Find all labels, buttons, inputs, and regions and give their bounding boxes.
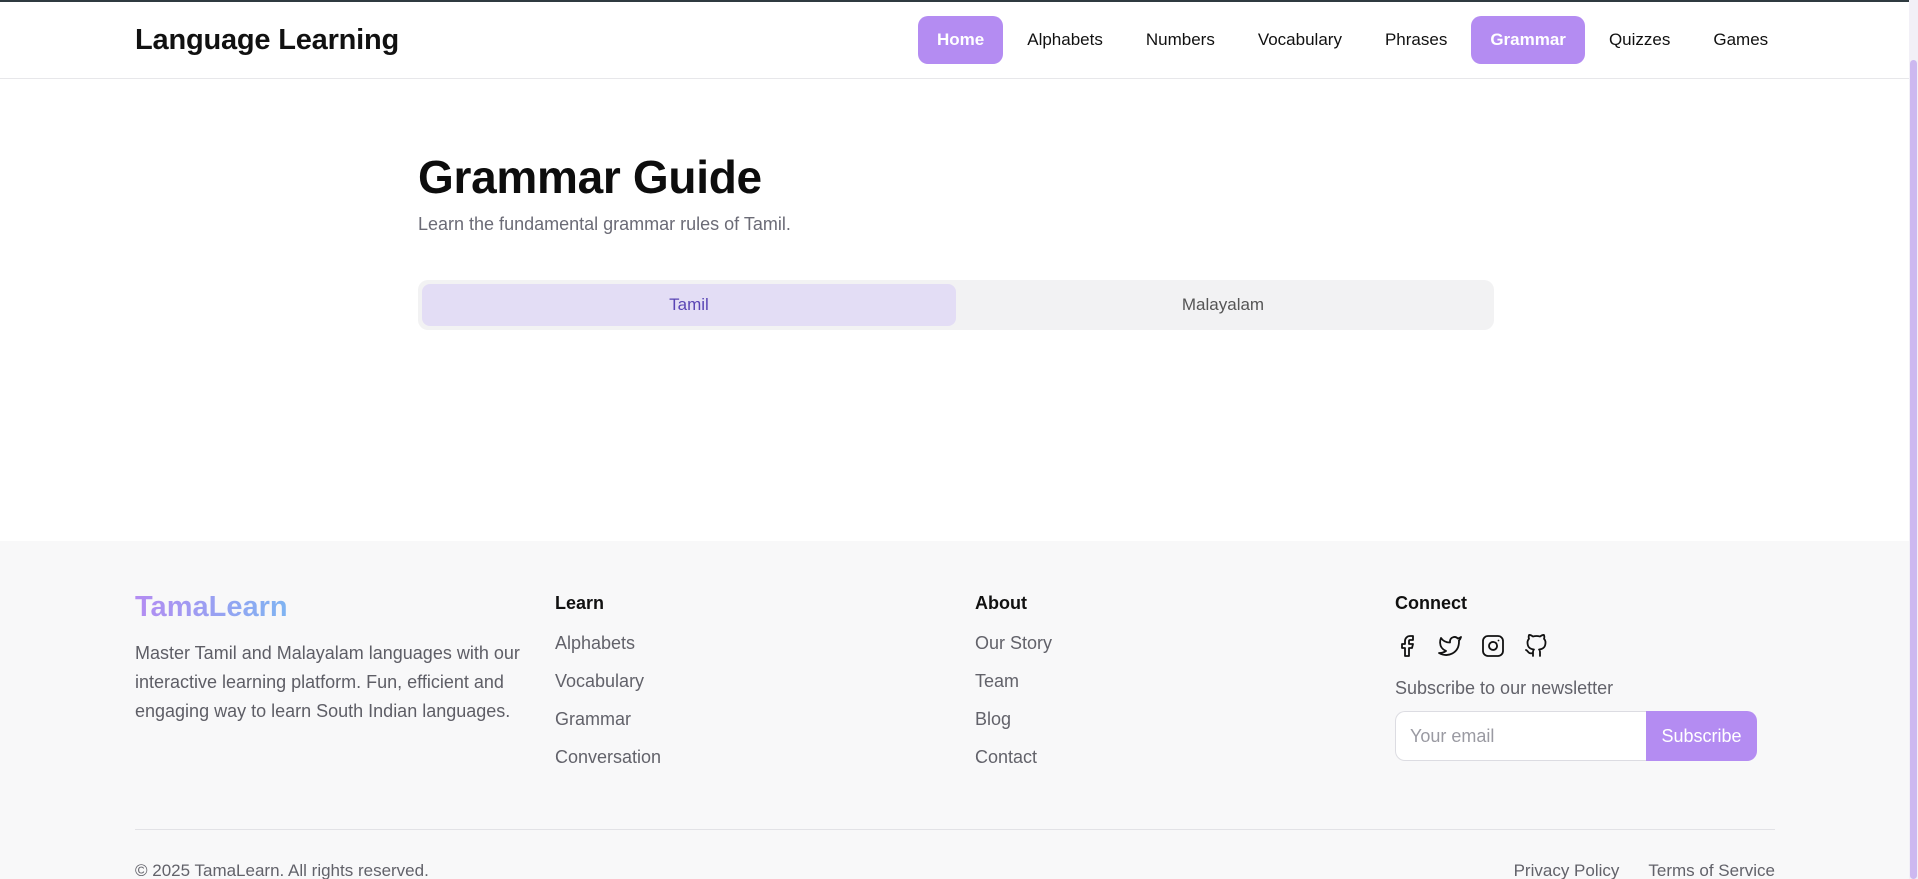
footer-link-conversation[interactable]: Conversation bbox=[555, 746, 661, 784]
footer-link-grammar[interactable]: Grammar bbox=[555, 708, 661, 746]
privacy-policy-link[interactable]: Privacy Policy bbox=[1514, 861, 1620, 879]
nav-home[interactable]: Home bbox=[918, 16, 1004, 64]
footer-learn-heading: Learn bbox=[555, 593, 605, 613]
instagram-icon[interactable] bbox=[1481, 634, 1505, 658]
page-title: Grammar Guide bbox=[418, 151, 762, 203]
footer-link-team[interactable]: Team bbox=[975, 670, 1052, 708]
footer-connect-heading: Connect bbox=[1395, 593, 1467, 613]
footer-link-alphabets[interactable]: Alphabets bbox=[555, 632, 661, 670]
language-tabs: Tamil Malayalam bbox=[418, 280, 1494, 330]
github-icon[interactable] bbox=[1524, 634, 1548, 658]
footer-link-blog[interactable]: Blog bbox=[975, 708, 1052, 746]
nav-vocabulary[interactable]: Vocabulary bbox=[1239, 16, 1361, 64]
nav-quizzes[interactable]: Quizzes bbox=[1590, 16, 1689, 64]
footer-about-links-column: About Our Story Team Blog Contact bbox=[975, 591, 1052, 784]
site-footer: TamaLearn Master Tamil and Malayalam lan… bbox=[0, 541, 1909, 879]
main-content: Grammar Guide Learn the fundamental gram… bbox=[418, 150, 1494, 330]
nav-grammar[interactable]: Grammar bbox=[1471, 16, 1585, 64]
footer-link-our-story[interactable]: Our Story bbox=[975, 632, 1052, 670]
scrollbar-thumb[interactable] bbox=[1910, 60, 1917, 879]
newsletter-label: Subscribe to our newsletter bbox=[1395, 678, 1614, 698]
copyright-text: © 2025 TamaLearn. All rights reserved. bbox=[135, 861, 429, 879]
footer-about-heading: About bbox=[975, 593, 1027, 613]
social-links bbox=[1395, 634, 1775, 658]
nav-games[interactable]: Games bbox=[1694, 16, 1787, 64]
main-nav: Home Alphabets Numbers Vocabulary Phrase… bbox=[918, 16, 1792, 64]
page-scrollbar[interactable] bbox=[1909, 0, 1918, 879]
footer-learn-column: Learn Alphabets Vocabulary Grammar Conve… bbox=[555, 591, 661, 784]
page-subtitle: Learn the fundamental grammar rules of T… bbox=[418, 214, 791, 234]
footer-link-vocabulary[interactable]: Vocabulary bbox=[555, 670, 661, 708]
nav-alphabets[interactable]: Alphabets bbox=[1008, 16, 1122, 64]
facebook-icon[interactable] bbox=[1395, 634, 1419, 658]
nav-numbers[interactable]: Numbers bbox=[1127, 16, 1234, 64]
footer-connect-column: Connect Subscribe to our newsletter Subs… bbox=[1395, 591, 1775, 761]
tab-malayalam[interactable]: Malayalam bbox=[956, 284, 1490, 326]
site-brand[interactable]: Language Learning bbox=[135, 24, 399, 57]
nav-phrases[interactable]: Phrases bbox=[1366, 16, 1466, 64]
footer-description: Master Tamil and Malayalam languages wit… bbox=[135, 643, 520, 721]
tab-tamil[interactable]: Tamil bbox=[422, 284, 956, 326]
footer-divider bbox=[135, 829, 1775, 830]
footer-link-contact[interactable]: Contact bbox=[975, 746, 1052, 784]
subscribe-button[interactable]: Subscribe bbox=[1646, 711, 1757, 761]
newsletter-email-input[interactable] bbox=[1395, 711, 1646, 761]
terms-of-service-link[interactable]: Terms of Service bbox=[1648, 861, 1775, 879]
legal-links: Privacy Policy Terms of Service bbox=[1485, 861, 1775, 879]
newsletter-form: Subscribe bbox=[1395, 711, 1775, 761]
twitter-icon[interactable] bbox=[1438, 634, 1462, 658]
footer-brand[interactable]: TamaLearn bbox=[135, 591, 288, 624]
footer-about-column: TamaLearn Master Tamil and Malayalam lan… bbox=[135, 591, 525, 726]
site-header: Language Learning Home Alphabets Numbers… bbox=[0, 2, 1909, 79]
